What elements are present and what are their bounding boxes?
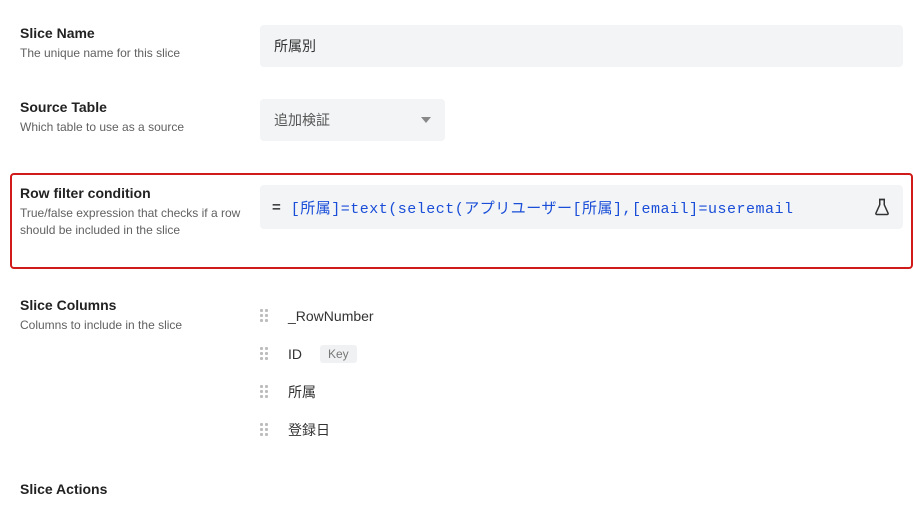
key-badge: Key [320,345,357,363]
row-filter-title: Row filter condition [20,185,244,201]
row-filter-desc: True/false expression that checks if a r… [20,205,244,239]
row-filter-formula: [所属]=text(select(アプリユーザー[所属],[email]=use… [291,197,865,218]
slice-columns-title: Slice Columns [20,297,244,313]
source-table-control: 追加検証 [260,99,903,141]
row-filter-control: = [所属]=text(select(アプリユーザー[所属],[email]=u… [260,185,903,229]
slice-name-value: 所属別 [274,36,316,56]
slice-columns-label: Slice Columns Columns to include in the … [20,297,260,334]
source-table-value: 追加検証 [274,110,330,130]
source-table-row: Source Table Which table to use as a sou… [20,99,903,141]
slice-name-label: Slice Name The unique name for this slic… [20,25,260,62]
source-table-label: Source Table Which table to use as a sou… [20,99,260,136]
row-filter-label: Row filter condition True/false expressi… [20,185,260,239]
equals-icon: = [272,199,281,216]
slice-columns-row: Slice Columns Columns to include in the … [20,297,903,449]
slice-name-title: Slice Name [20,25,244,41]
row-filter-input[interactable]: = [所属]=text(select(アプリユーザー[所属],[email]=u… [260,185,903,229]
column-item[interactable]: ID Key [260,335,903,373]
drag-handle-icon[interactable] [260,423,274,437]
slice-name-input[interactable]: 所属別 [260,25,903,67]
slice-name-row: Slice Name The unique name for this slic… [20,25,903,67]
column-item[interactable]: 登録日 [260,411,903,449]
column-item[interactable]: _RowNumber [260,297,903,335]
slice-columns-list: _RowNumber ID Key 所属登録日 [260,297,903,449]
slice-columns-desc: Columns to include in the slice [20,317,244,334]
slice-name-desc: The unique name for this slice [20,45,244,62]
column-item[interactable]: 所属 [260,373,903,411]
column-name: ID [288,346,302,362]
source-table-title: Source Table [20,99,244,115]
slice-actions-row: Slice Actions [20,481,903,501]
row-filter-row: Row filter condition True/false expressi… [10,173,913,269]
source-table-desc: Which table to use as a source [20,119,244,136]
column-name: 登録日 [288,420,330,440]
source-table-select[interactable]: 追加検証 [260,99,445,141]
column-name: 所属 [288,382,316,402]
chevron-down-icon [421,117,431,123]
column-name: _RowNumber [288,308,374,324]
drag-handle-icon[interactable] [260,385,274,399]
slice-columns-control: _RowNumber ID Key 所属登録日 [260,297,903,449]
slice-name-control: 所属別 [260,25,903,67]
drag-handle-icon[interactable] [260,347,274,361]
flask-icon[interactable] [873,198,891,216]
drag-handle-icon[interactable] [260,309,274,323]
slice-actions-title: Slice Actions [20,481,244,497]
slice-actions-label: Slice Actions [20,481,260,501]
